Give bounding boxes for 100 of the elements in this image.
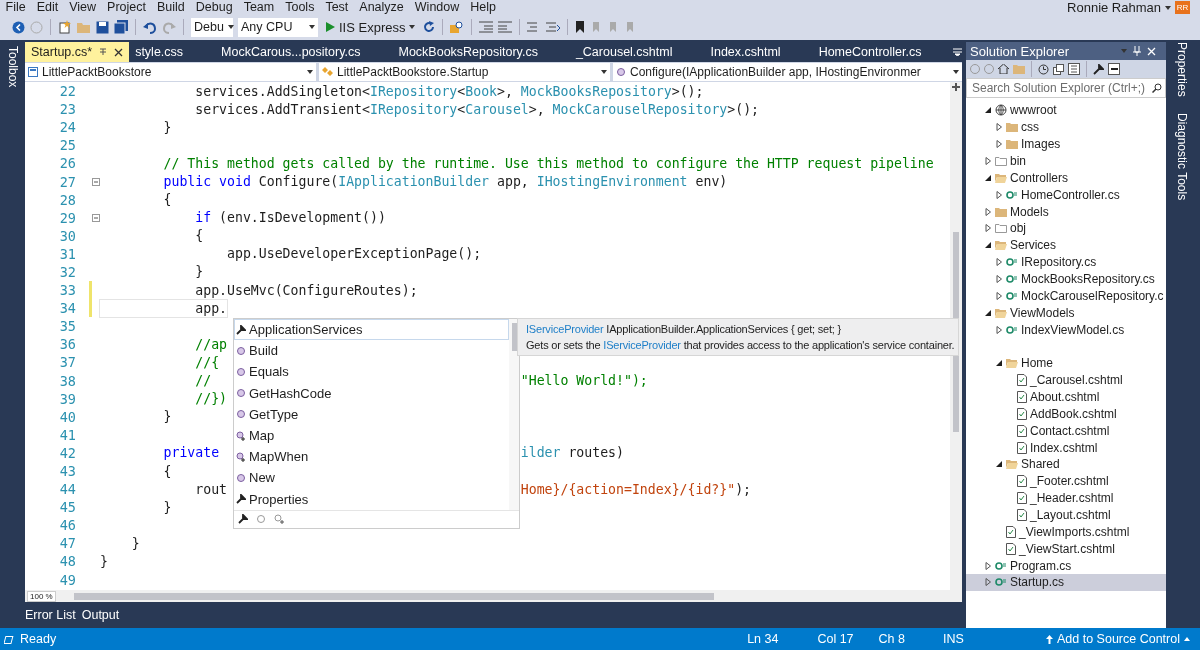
completion-item[interactable]: New bbox=[234, 467, 509, 489]
collapse-icon[interactable] bbox=[92, 213, 100, 222]
menu-item[interactable]: Debug bbox=[190, 0, 239, 15]
completion-item[interactable]: Properties bbox=[234, 488, 509, 510]
tree-item[interactable]: ViewModels bbox=[966, 304, 1166, 322]
completion-item[interactable]: Build bbox=[234, 340, 509, 362]
menu-item[interactable]: Analyze bbox=[353, 0, 410, 15]
search-field[interactable]: Search Solution Explorer (Ctrl+;) bbox=[966, 78, 1166, 98]
tree-item[interactable]: AddBook.cshtml bbox=[966, 405, 1166, 423]
tree-item[interactable]: _ViewImports.cshtml bbox=[966, 523, 1166, 541]
tree-item[interactable]: MockCarouselRepository.c bbox=[966, 287, 1166, 305]
tree-item[interactable]: HomeController.cs bbox=[966, 186, 1166, 204]
menu-item[interactable]: View bbox=[63, 0, 102, 15]
tree-item[interactable]: Startup.cs bbox=[966, 574, 1166, 591]
source-control-button[interactable]: Add to Source Control bbox=[1046, 632, 1200, 646]
tree-item[interactable]: bin bbox=[966, 152, 1166, 170]
tree-item[interactable]: MockBooksRepository.cs bbox=[966, 270, 1166, 288]
document-tab[interactable]: style.css bbox=[129, 42, 216, 62]
refresh-icon[interactable] bbox=[423, 21, 436, 33]
tree-item[interactable]: IRepository.cs bbox=[966, 253, 1166, 271]
caret-icon[interactable] bbox=[409, 25, 416, 29]
menu-item[interactable]: Edit bbox=[31, 0, 64, 15]
user-name[interactable]: Ronnie Rahman bbox=[1067, 0, 1161, 15]
tree-item[interactable]: _ViewStart.cshtml bbox=[966, 540, 1166, 558]
pin-icon[interactable] bbox=[1133, 46, 1141, 56]
document-tab[interactable]: MockCarous...pository.cs bbox=[215, 42, 393, 62]
menu-item[interactable]: Help bbox=[464, 0, 502, 15]
tree-item[interactable]: Shared bbox=[966, 456, 1166, 473]
panel-tab[interactable]: Output bbox=[81, 608, 120, 628]
tree-item[interactable]: _Header.cshtml bbox=[966, 489, 1166, 507]
completion-item[interactable]: Equals bbox=[234, 361, 509, 383]
collapse-icon[interactable] bbox=[92, 177, 100, 186]
uncomment-icon[interactable] bbox=[546, 21, 561, 33]
tree-item[interactable]: Contact.cshtml bbox=[966, 422, 1166, 440]
menu-item[interactable]: File bbox=[0, 0, 32, 15]
tree-item[interactable]: Services bbox=[966, 236, 1166, 254]
extension-filter-icon[interactable] bbox=[274, 513, 285, 525]
split-icon[interactable] bbox=[951, 82, 961, 92]
menu-item[interactable]: Project bbox=[101, 0, 152, 15]
collapsed-arrow-icon[interactable] bbox=[995, 325, 1003, 334]
caret-icon[interactable] bbox=[1165, 5, 1171, 10]
documents-icon[interactable] bbox=[1068, 63, 1080, 75]
menu-item[interactable]: Window bbox=[409, 0, 465, 15]
tree-item[interactable]: _Footer.cshtml bbox=[966, 472, 1166, 490]
scrollbar-thumb[interactable] bbox=[511, 323, 517, 351]
tree-item[interactable]: Images bbox=[966, 135, 1166, 153]
zoom-dropdown[interactable]: 100 % bbox=[27, 590, 56, 602]
tree-item[interactable]: Home bbox=[966, 354, 1166, 372]
tree-item[interactable]: Models bbox=[966, 203, 1166, 220]
tab-list-icon[interactable] bbox=[953, 48, 963, 56]
side-panel-tab[interactable]: Properties bbox=[1175, 42, 1189, 97]
save-all-icon[interactable] bbox=[114, 20, 128, 34]
property-filter-icon[interactable] bbox=[238, 514, 248, 525]
run-button[interactable]: IIS Express bbox=[323, 17, 419, 37]
expanded-arrow-icon[interactable] bbox=[984, 106, 992, 115]
document-tab[interactable]: HomeController.cs bbox=[812, 42, 954, 62]
new-project-icon[interactable] bbox=[58, 20, 72, 34]
tree-item[interactable]: Controllers bbox=[966, 169, 1166, 187]
save-icon[interactable] bbox=[96, 20, 109, 34]
completion-item[interactable]: Map bbox=[234, 424, 509, 447]
tree-item[interactable]: About.cshtml bbox=[966, 388, 1166, 406]
find-icon[interactable] bbox=[450, 21, 465, 33]
minus-icon[interactable] bbox=[1108, 63, 1120, 75]
scrollbar-thumb[interactable] bbox=[73, 592, 714, 600]
history-icon[interactable] bbox=[1038, 63, 1049, 75]
pin-icon[interactable] bbox=[98, 47, 109, 57]
expanded-arrow-icon[interactable] bbox=[995, 359, 1003, 368]
configuration-dropdown[interactable]: Debu bbox=[191, 17, 233, 37]
caret-icon[interactable] bbox=[309, 25, 315, 29]
expanded-arrow-icon[interactable] bbox=[984, 241, 992, 250]
back-icon[interactable] bbox=[12, 20, 25, 34]
caret-icon[interactable] bbox=[307, 70, 313, 74]
tree-item[interactable]: Index.cshtml bbox=[966, 439, 1166, 457]
undo-icon[interactable] bbox=[143, 20, 157, 34]
document-tab[interactable]: _Carousel.cshtml bbox=[569, 42, 705, 62]
tree-item[interactable]: Program.cs bbox=[966, 557, 1166, 575]
document-tab[interactable]: Startup.cs* bbox=[25, 42, 130, 62]
close-icon[interactable] bbox=[114, 47, 124, 57]
bookmark-icon[interactable] bbox=[575, 21, 586, 33]
tree-item[interactable]: obj bbox=[966, 220, 1166, 237]
expanded-arrow-icon[interactable] bbox=[995, 460, 1003, 469]
navigation-dropdown[interactable]: LittlePacktBookstore bbox=[25, 63, 316, 81]
completion-item[interactable]: MapWhen bbox=[234, 446, 509, 468]
menu-item[interactable]: Team bbox=[238, 0, 280, 15]
expanded-arrow-icon[interactable] bbox=[984, 173, 992, 182]
navigation-dropdown[interactable]: Configure(IApplicationBuilder app, IHostingEnvironmer bbox=[613, 63, 962, 81]
tree-item[interactable]: css bbox=[966, 118, 1166, 136]
menu-item[interactable]: Test bbox=[319, 0, 354, 15]
menu-item[interactable]: Build bbox=[151, 0, 191, 15]
copy-icon[interactable] bbox=[1053, 63, 1064, 75]
side-panel-tab[interactable]: Diagnostic Tools bbox=[1175, 112, 1189, 200]
completion-item[interactable]: GetType bbox=[234, 403, 509, 425]
toolbox-tab[interactable]: Toolbox bbox=[5, 46, 20, 88]
home-icon[interactable] bbox=[998, 64, 1009, 74]
expanded-arrow-icon[interactable] bbox=[984, 308, 992, 317]
document-tab[interactable]: Index.cshtml bbox=[704, 42, 813, 62]
menu-item[interactable]: Tools bbox=[279, 0, 320, 15]
tree-item[interactable]: _Carousel.cshtml bbox=[966, 371, 1166, 389]
tree-item[interactable]: _Layout.cshtml bbox=[966, 506, 1166, 524]
tree-item[interactable]: IndexViewModel.cs bbox=[966, 321, 1166, 339]
